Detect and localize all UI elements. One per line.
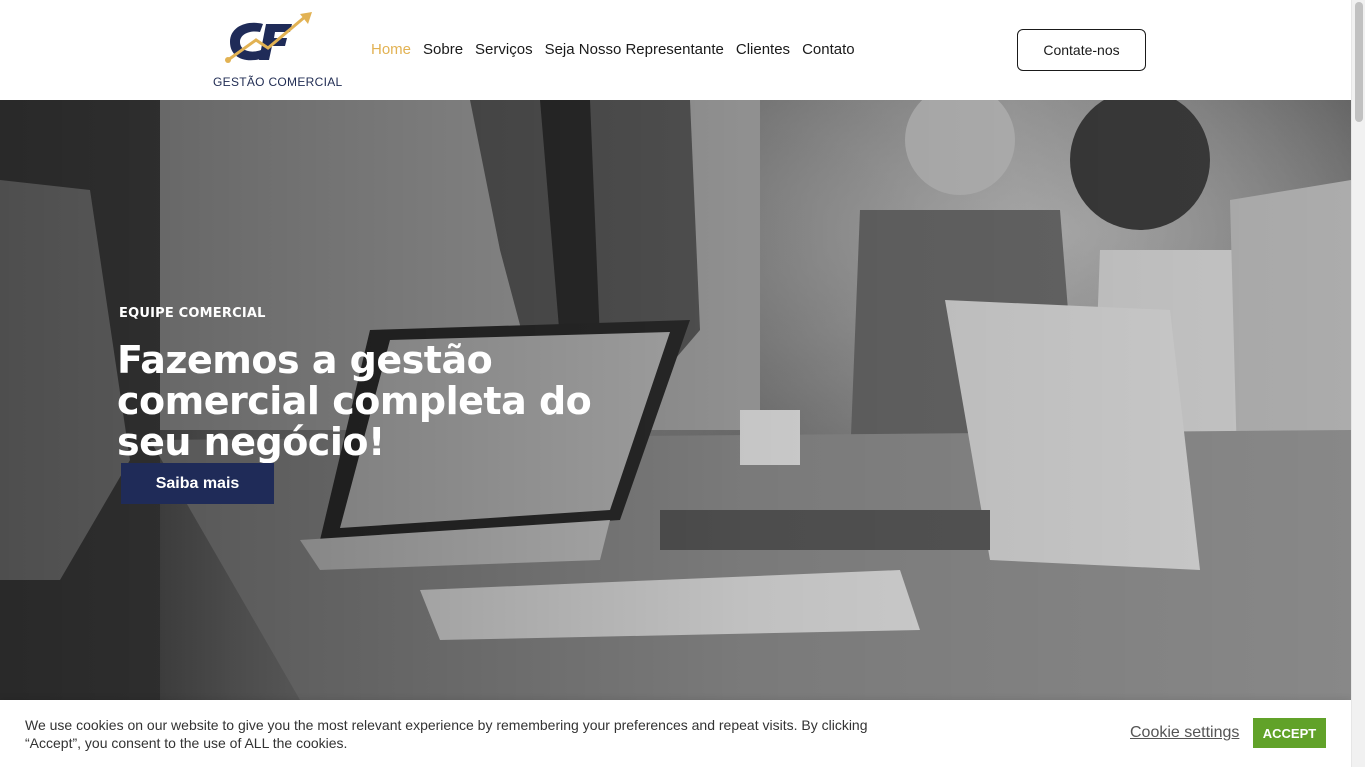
hero-headline: Fazemos a gestão comercial completa do s… bbox=[117, 338, 592, 464]
nav-item-home[interactable]: Home bbox=[371, 41, 411, 58]
cookie-banner: We use cookies on our website to give yo… bbox=[0, 700, 1351, 767]
logo-mark-icon bbox=[225, 12, 312, 63]
contact-button[interactable]: Contate-nos bbox=[1017, 29, 1146, 71]
site-header: GESTÃO COMERCIAL Home Sobre Serviços Sej… bbox=[0, 0, 1351, 100]
hero-eyebrow: EQUIPE COMERCIAL bbox=[119, 306, 266, 321]
hero-section: EQUIPE COMERCIAL Fazemos a gestão comerc… bbox=[0, 100, 1351, 700]
nav-item-clientes[interactable]: Clientes bbox=[736, 41, 790, 58]
page-scrollbar[interactable] bbox=[1351, 0, 1365, 767]
logo-text: GESTÃO COMERCIAL bbox=[213, 75, 343, 89]
nav-item-servicos[interactable]: Serviços bbox=[475, 41, 533, 58]
nav-item-contato[interactable]: Contato bbox=[802, 41, 855, 58]
cookie-accept-button[interactable]: ACCEPT bbox=[1253, 718, 1326, 748]
scrollbar-thumb[interactable] bbox=[1355, 2, 1363, 122]
cookie-settings-link[interactable]: Cookie settings bbox=[1130, 724, 1239, 742]
nav-item-sobre[interactable]: Sobre bbox=[423, 41, 463, 58]
brand-logo[interactable]: GESTÃO COMERCIAL bbox=[208, 10, 342, 92]
nav-item-representante[interactable]: Seja Nosso Representante bbox=[545, 41, 724, 58]
saiba-mais-button[interactable]: Saiba mais bbox=[121, 463, 274, 504]
cookie-text: We use cookies on our website to give yo… bbox=[25, 717, 868, 751]
main-nav: Home Sobre Serviços Seja Nosso Represent… bbox=[371, 41, 855, 58]
